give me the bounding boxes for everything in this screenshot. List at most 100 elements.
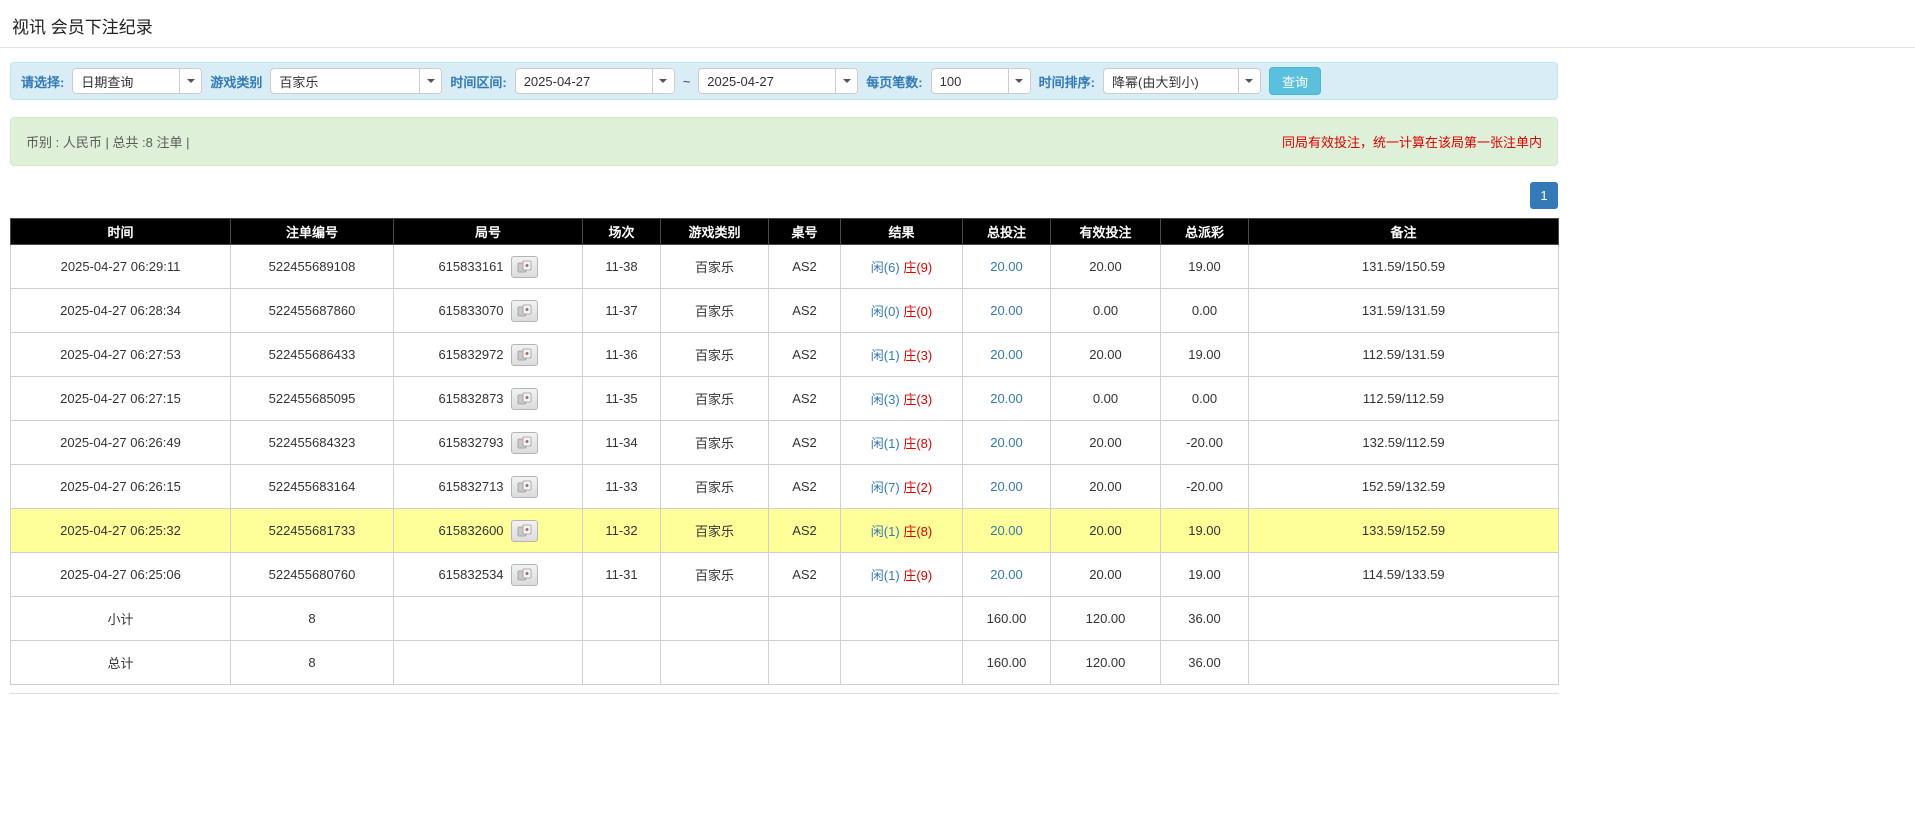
cell-bet-id: 522455681733 [230, 508, 394, 553]
round-video-button[interactable] [510, 475, 538, 498]
cell-bet-id: 522455680760 [230, 552, 394, 597]
result-banker: 庄(9) [903, 260, 933, 275]
date-from-picker[interactable] [514, 68, 675, 94]
table-row: 2025-04-27 06:27:15 522455685095 615832873… [10, 376, 1559, 421]
total-payout: 36.00 [1160, 640, 1249, 685]
cell-remark: 112.59/131.59 [1248, 332, 1559, 377]
round-video-button[interactable] [510, 255, 538, 278]
round-id-text: 615832534 [438, 567, 504, 582]
filter-time-range-label: 时间区间: [450, 74, 507, 90]
game-type-select[interactable]: 百家乐 [270, 68, 443, 94]
cell-session: 11-37 [582, 288, 661, 333]
total-bet-link[interactable]: 20.00 [990, 259, 1023, 274]
result-banker: 庄(0) [903, 304, 933, 319]
round-video-button[interactable] [510, 519, 538, 542]
cell-table-no: AS2 [768, 464, 841, 509]
subtotal-empty-cell [582, 596, 661, 641]
page-size-input[interactable] [931, 69, 1008, 93]
col-header-valid-bet: 有效投注 [1050, 218, 1161, 245]
date-from-caret-button[interactable] [651, 69, 674, 93]
round-video-button[interactable] [510, 431, 538, 454]
search-button[interactable]: 查询 [1268, 67, 1321, 95]
col-header-total-bet: 总投注 [962, 218, 1051, 245]
cell-result: 闲(7) 庄(2) [840, 464, 963, 509]
round-video-button[interactable] [510, 563, 538, 586]
table-body: 2025-04-27 06:29:11 522455689108 615833161… [10, 244, 1559, 597]
cell-valid-bet: 0.00 [1050, 376, 1161, 421]
total-bet-link[interactable]: 20.00 [990, 479, 1023, 494]
cards-icon [517, 524, 531, 537]
cell-session: 11-34 [582, 420, 661, 465]
subtotal-empty-cell [393, 596, 583, 641]
page-size-select[interactable] [930, 68, 1031, 94]
cards-icon [517, 392, 531, 405]
col-header-payout: 总派彩 [1160, 218, 1249, 245]
query-type-caret-button[interactable] [179, 69, 202, 93]
result-player: 闲(1) [870, 436, 900, 451]
cell-payout: 0.00 [1160, 376, 1249, 421]
cell-bet-id: 522455689108 [230, 244, 394, 289]
total-count: 8 [230, 640, 394, 685]
date-range-separator: ~ [682, 73, 691, 89]
col-header-table-no: 桌号 [768, 218, 841, 245]
date-to-caret-button[interactable] [835, 69, 858, 93]
subtotal-label: 小计 [10, 596, 231, 641]
result-banker: 庄(8) [903, 524, 933, 539]
total-bet-link[interactable]: 20.00 [990, 347, 1023, 362]
subtotal-empty-cell [660, 596, 769, 641]
round-video-button[interactable] [510, 343, 538, 366]
cell-valid-bet: 20.00 [1050, 464, 1161, 509]
result-banker: 庄(9) [903, 568, 933, 583]
total-bet-link[interactable]: 20.00 [990, 303, 1023, 318]
total-total-bet: 160.00 [962, 640, 1051, 685]
cell-payout: 0.00 [1160, 288, 1249, 333]
page-1-button[interactable]: 1 [1530, 182, 1558, 209]
result-player: 闲(0) [870, 304, 900, 319]
cell-result: 闲(1) 庄(8) [840, 508, 963, 553]
table-row: 2025-04-27 06:26:49 522455684323 615832793… [10, 420, 1559, 465]
cell-game-type: 百家乐 [660, 244, 769, 289]
cell-result: 闲(1) 庄(3) [840, 332, 963, 377]
cell-session: 11-38 [582, 244, 661, 289]
date-to-input[interactable] [699, 69, 836, 93]
date-to-picker[interactable] [698, 68, 859, 94]
cell-time: 2025-04-27 06:28:34 [10, 288, 231, 333]
chevron-down-icon [842, 79, 851, 83]
round-video-button[interactable] [510, 387, 538, 410]
page-header: 视讯 会员下注纪录 [0, 0, 1915, 48]
game-type-caret-button[interactable] [419, 69, 442, 93]
cell-round-id: 615833070 [393, 288, 583, 333]
summary-notice-text: 同局有效投注，统一计算在该局第一张注单内 [1281, 135, 1542, 150]
cell-time: 2025-04-27 06:26:49 [10, 420, 231, 465]
cell-session: 11-33 [582, 464, 661, 509]
total-valid-bet: 120.00 [1050, 640, 1161, 685]
total-bet-link[interactable]: 20.00 [990, 391, 1023, 406]
cell-bet-id: 522455683164 [230, 464, 394, 509]
col-header-session: 场次 [582, 218, 661, 245]
cell-total-bet: 20.00 [962, 288, 1051, 333]
round-video-button[interactable] [510, 299, 538, 322]
cell-time: 2025-04-27 06:27:53 [10, 332, 231, 377]
cell-time: 2025-04-27 06:25:32 [10, 508, 231, 553]
query-type-select[interactable]: 日期查询 [72, 68, 203, 94]
col-header-round-id: 局号 [393, 218, 583, 245]
cell-payout: 19.00 [1160, 332, 1249, 377]
result-player: 闲(1) [870, 348, 900, 363]
total-bet-link[interactable]: 20.00 [990, 435, 1023, 450]
sort-order-caret-button[interactable] [1237, 69, 1260, 93]
chevron-down-icon [186, 79, 195, 83]
bet-records-table: 时间 注单编号 局号 场次 游戏类别 桌号 结果 总投注 有效投注 总派彩 备注… [10, 218, 1559, 685]
cell-game-type: 百家乐 [660, 288, 769, 333]
date-from-input[interactable] [515, 69, 652, 93]
result-banker: 庄(3) [903, 348, 933, 363]
col-header-remark: 备注 [1248, 218, 1559, 245]
total-bet-link[interactable]: 20.00 [990, 567, 1023, 582]
total-bet-link[interactable]: 20.00 [990, 523, 1023, 538]
subtotal-empty-cell [768, 596, 841, 641]
page-size-caret-button[interactable] [1007, 69, 1030, 93]
cell-table-no: AS2 [768, 244, 841, 289]
sort-order-select[interactable]: 降幂(由大到小) [1102, 68, 1261, 94]
result-banker: 庄(2) [903, 480, 933, 495]
cell-result: 闲(0) 庄(0) [840, 288, 963, 333]
cell-remark: 132.59/112.59 [1248, 420, 1559, 465]
